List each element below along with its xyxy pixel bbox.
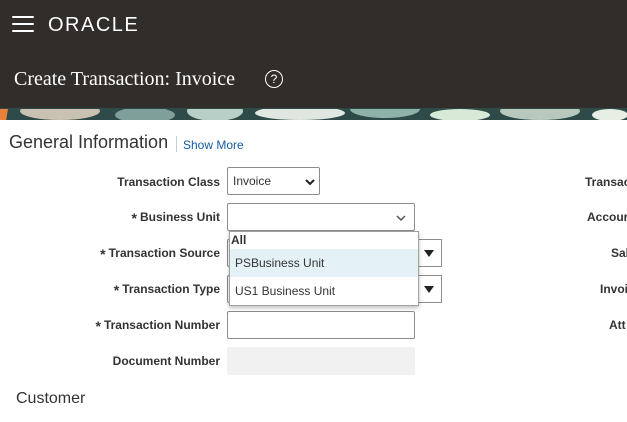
banner-pattern-icon — [0, 108, 627, 120]
transaction-type-dropdown-button[interactable] — [416, 275, 442, 303]
chevron-down-icon — [305, 179, 315, 186]
transaction-class-select[interactable]: Invoice — [227, 167, 320, 195]
transaction-source-dropdown-button[interactable] — [416, 239, 442, 267]
transaction-source-label: * Transaction Source — [100, 246, 220, 262]
business-unit-label: * Business Unit — [131, 210, 220, 226]
transaction-number-label: * Transaction Number — [95, 318, 220, 334]
document-number-field — [227, 347, 415, 375]
transaction-class-value: Invoice — [233, 174, 272, 188]
hamburger-menu-icon[interactable] — [12, 16, 34, 34]
dropdown-header-all: All — [231, 233, 247, 247]
required-indicator: * — [100, 246, 106, 262]
section-divider — [176, 136, 177, 152]
dropdown-option-us1-business-unit[interactable]: US1 Business Unit — [230, 277, 418, 305]
show-more-link[interactable]: Show More — [183, 138, 244, 152]
transaction-type-label: * Transaction Type — [113, 282, 220, 298]
chevron-down-icon — [396, 215, 406, 222]
required-indicator: * — [95, 318, 101, 334]
business-unit-dropdown-list: All PSBusiness Unit US1 Business Unit — [229, 231, 419, 306]
transaction-class-label: Transaction Class — [117, 175, 220, 189]
right-label-account: Accour — [587, 210, 627, 224]
decorative-banner — [0, 108, 627, 120]
required-indicator: * — [131, 210, 137, 226]
right-label-attachments: Att — [609, 318, 626, 332]
business-unit-select[interactable] — [227, 203, 415, 231]
right-label-transaction: Transac — [585, 175, 627, 189]
oracle-logo: ORACLE — [48, 14, 140, 36]
dropdown-arrow-icon — [424, 286, 434, 293]
transaction-number-input[interactable] — [227, 311, 415, 339]
help-icon[interactable]: ? — [265, 70, 283, 88]
right-label-invoice: Invoi — [600, 282, 627, 296]
right-label-sales: Sal — [611, 246, 627, 260]
section-title: General Information — [9, 132, 169, 152]
document-number-label: Document Number — [112, 354, 220, 368]
page-title: Create Transaction: Invoice — [14, 68, 236, 90]
dropdown-option-psbusiness-unit[interactable]: PSBusiness Unit — [230, 249, 418, 277]
customer-section-title: Customer — [16, 390, 86, 407]
dropdown-arrow-icon — [424, 250, 434, 257]
required-indicator: * — [113, 282, 120, 298]
